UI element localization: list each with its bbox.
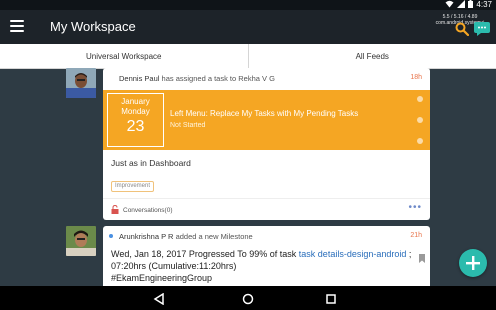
feed-header: Arunkrishna P R added a new Milestone	[119, 232, 253, 241]
workspace-tabs: Universal Workspace All Feeds	[0, 44, 496, 69]
wifi-icon	[445, 0, 454, 11]
add-button[interactable]	[459, 249, 487, 277]
task-status: Not Started	[170, 122, 206, 129]
hashtag[interactable]: #EkamEngineeringGroup	[111, 273, 212, 283]
tab-all-feeds[interactable]: All Feeds	[247, 44, 496, 68]
recents-icon[interactable]	[325, 292, 337, 304]
status-bar: 4:37	[0, 0, 496, 10]
feed-action: added a new Milestone	[173, 232, 253, 241]
app-bar: My Workspace 5.5 / 5.16 / 4.89 com.andro…	[0, 10, 496, 44]
battery-icon	[468, 0, 474, 11]
home-icon[interactable]	[242, 292, 254, 305]
milestone-text: Wed, Jan 18, 2017 Progressed To 99% of t…	[111, 248, 416, 284]
chat-icon[interactable]	[474, 22, 490, 36]
task-title[interactable]: Left Menu: Replace My Tasks with My Pend…	[170, 109, 358, 118]
milestone-indicator-icon	[109, 234, 113, 238]
feed-action: has assigned a task to Rekha V G	[159, 74, 275, 83]
feed-timestamp: 18h	[410, 74, 422, 81]
avatar[interactable]	[66, 68, 96, 98]
due-month: January	[121, 97, 150, 106]
due-day-number: 23	[126, 118, 145, 135]
signal-icon	[457, 0, 466, 11]
task-due-date: January Monday 23	[107, 93, 164, 147]
progress-text: Wed, Jan 18, 2017 Progressed To 99% of t…	[111, 249, 299, 259]
navigation-bar	[0, 286, 496, 310]
plus-icon	[466, 256, 480, 270]
due-weekday: Monday	[121, 107, 150, 116]
card-footer: Conversations(0) •••	[103, 198, 430, 220]
conversations-link[interactable]: Conversations(0)	[111, 204, 173, 216]
tab-universal-workspace[interactable]: Universal Workspace	[0, 44, 248, 68]
task-link[interactable]: task details-design-android	[299, 249, 407, 259]
feed-card[interactable]: Dennis Paul has assigned a task to Rekha…	[103, 68, 430, 220]
task-options-icon[interactable]	[416, 94, 424, 146]
conversations-label: Conversations(0)	[123, 207, 173, 214]
tag-badge: Improvement	[111, 181, 155, 192]
actor-name[interactable]: Dennis Paul	[119, 74, 159, 83]
avatar[interactable]	[66, 226, 96, 256]
task-block[interactable]: January Monday 23 Left Menu: Replace My …	[103, 90, 430, 150]
task-description: Just as in Dashboard	[111, 158, 191, 168]
lock-icon	[111, 204, 119, 216]
feed-header: Dennis Paul has assigned a task to Rekha…	[119, 74, 275, 83]
back-icon[interactable]	[153, 292, 165, 306]
menu-icon[interactable]	[10, 20, 24, 32]
more-options-icon[interactable]: •••	[408, 203, 422, 213]
page-title: My Workspace	[50, 19, 136, 34]
feed-timestamp: 21h	[410, 232, 422, 239]
clock: 4:37	[476, 0, 492, 9]
bookmark-icon[interactable]	[419, 250, 425, 263]
search-icon[interactable]	[455, 22, 470, 37]
actor-name[interactable]: Arunkrishna P R	[119, 232, 173, 241]
